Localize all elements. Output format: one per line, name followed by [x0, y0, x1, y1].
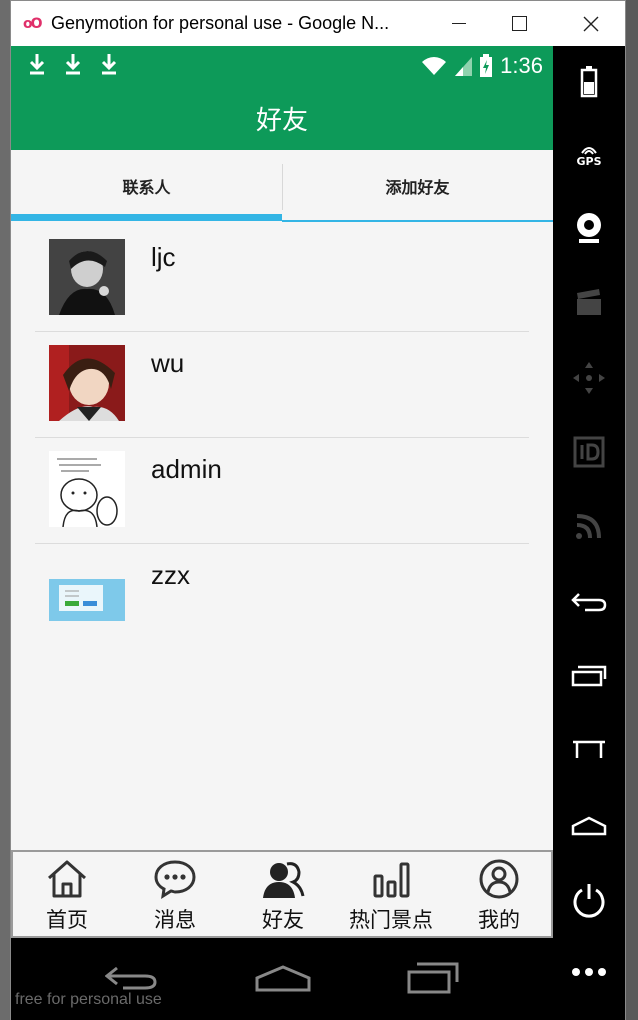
home-button[interactable]	[553, 796, 625, 856]
maximize-button[interactable]	[495, 1, 543, 46]
system-icons	[421, 54, 493, 78]
tab-add-friend[interactable]: 添加好友	[282, 150, 553, 222]
id-icon	[573, 436, 605, 468]
rss-icon	[576, 514, 601, 539]
download-icon	[101, 54, 117, 75]
nav-label: 首页	[46, 908, 88, 932]
user-circle-icon	[479, 859, 519, 899]
signal-icon	[455, 57, 472, 76]
recent-apps-icon[interactable]	[407, 960, 461, 994]
nav-label: 热门景点	[349, 908, 433, 932]
dpad-icon	[573, 362, 605, 394]
wifi-icon	[422, 57, 446, 75]
list-item[interactable]: admin	[11, 438, 553, 544]
avatar-anime	[49, 345, 125, 421]
minimize-button[interactable]	[435, 1, 483, 46]
contact-name: admin	[151, 454, 222, 484]
back-arrow-icon	[571, 593, 607, 612]
status-time: 1:36	[500, 53, 543, 78]
tab-label: 添加好友	[385, 178, 450, 197]
home-icon	[48, 860, 86, 898]
nav-friends[interactable]: 好友	[229, 852, 337, 936]
android-screen: 1:36 好友 联系人 添加好友 ljc wu admin zzx 首页 消息 …	[11, 46, 553, 1020]
back-icon[interactable]	[105, 962, 157, 992]
avatar	[49, 451, 125, 527]
nav-label: 消息	[154, 908, 196, 932]
nav-hot-spots[interactable]: 热门景点	[337, 852, 445, 936]
download-icon	[65, 54, 81, 75]
tab-label: 联系人	[122, 178, 171, 197]
avatar-screenshot	[49, 579, 125, 621]
bottom-navigation: 首页 消息 好友 热门景点 我的	[11, 850, 553, 938]
screencast-widget-button[interactable]	[553, 272, 625, 332]
nav-home[interactable]: 首页	[13, 852, 121, 936]
window-title: Genymotion for personal use - Google N..…	[51, 13, 390, 33]
contact-name: ljc	[151, 242, 176, 272]
friend-tabs: 联系人 添加好友	[11, 150, 553, 222]
battery-widget-button[interactable]	[553, 52, 625, 112]
window-titlebar[interactable]: oO Genymotion for personal use - Google …	[11, 1, 625, 46]
gps-label: GPS	[576, 154, 602, 168]
device-id-widget-button[interactable]	[553, 422, 625, 482]
list-item[interactable]: ljc	[11, 226, 553, 332]
power-button[interactable]	[553, 870, 625, 930]
genymotion-toolbar: GPS	[553, 46, 625, 1020]
back-button[interactable]	[553, 572, 625, 632]
list-item[interactable]: wu	[11, 332, 553, 438]
avatar-photo-bw	[49, 239, 125, 315]
list-item[interactable]: zzx	[11, 544, 553, 650]
nav-label: 好友	[262, 908, 304, 932]
contact-name: zzx	[151, 560, 190, 590]
menu-icon	[573, 740, 605, 758]
recent-apps-button[interactable]	[553, 646, 625, 706]
gps-signal-icon	[581, 146, 597, 155]
gps-icon: GPS	[576, 145, 602, 168]
desktop-right-edge	[626, 0, 638, 1020]
friends-icon	[263, 862, 305, 898]
desktop-left-edge	[0, 0, 10, 1020]
home-outline-icon	[571, 816, 607, 836]
page-title: 好友	[255, 105, 308, 136]
battery-charging-icon	[480, 54, 492, 77]
bar-chart-icon	[373, 862, 410, 898]
rss-widget-button[interactable]	[553, 496, 625, 556]
status-bar: 1:36	[11, 46, 553, 86]
nav-messages[interactable]: 消息	[121, 852, 229, 936]
nav-label: 我的	[478, 908, 520, 932]
genymotion-window: oO Genymotion for personal use - Google …	[10, 0, 626, 1020]
avatar	[49, 239, 125, 315]
clapperboard-icon	[577, 289, 601, 315]
close-icon	[583, 16, 599, 31]
webcam-widget-button[interactable]	[553, 198, 625, 258]
contact-name: wu	[151, 348, 185, 378]
chat-bubble-icon	[154, 860, 196, 899]
download-icon	[29, 54, 45, 75]
avatar	[49, 557, 125, 633]
tab-contacts[interactable]: 联系人	[11, 150, 282, 222]
gps-widget-button[interactable]: GPS	[553, 126, 625, 186]
avatar-sketch	[49, 451, 125, 527]
more-options-button[interactable]	[553, 942, 625, 1002]
contact-list: ljc wu admin zzx	[11, 226, 553, 650]
tab-underline	[282, 220, 553, 222]
remote-control-widget-button[interactable]	[553, 348, 625, 408]
power-icon	[573, 884, 605, 918]
avatar	[49, 345, 125, 421]
nav-profile[interactable]: 我的	[445, 852, 553, 936]
genymotion-logo-icon: oO	[23, 15, 43, 32]
close-button[interactable]	[567, 1, 615, 46]
home-button-icon[interactable]	[255, 964, 311, 992]
battery-icon	[580, 66, 598, 98]
recent-apps-icon	[571, 665, 607, 687]
webcam-icon	[577, 213, 601, 243]
more-dots-icon	[572, 968, 606, 976]
tab-active-indicator	[11, 214, 282, 221]
menu-button[interactable]	[553, 720, 625, 780]
watermark: free for personal use	[15, 991, 162, 1008]
app-bar: 好友	[11, 86, 553, 150]
desktop: oO Genymotion for personal use - Google …	[0, 0, 638, 1020]
